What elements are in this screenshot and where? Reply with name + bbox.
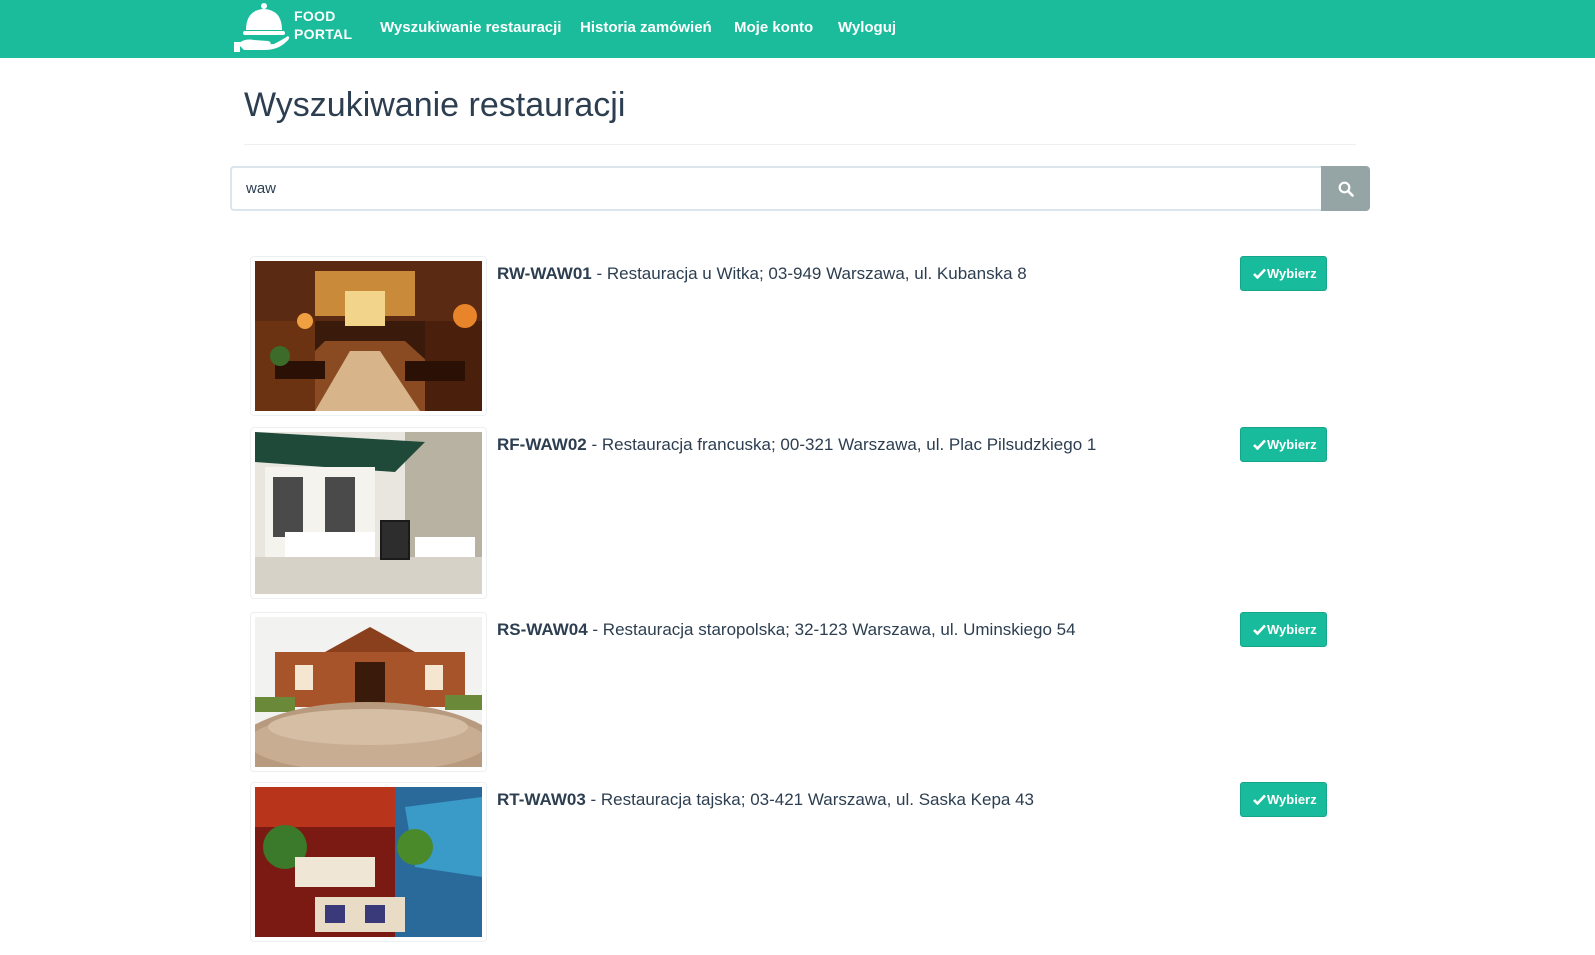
check-icon (1253, 794, 1266, 805)
thai-interior-image (255, 787, 482, 937)
restaurant-code: RW-WAW01 (497, 264, 592, 283)
restaurant-code: RT-WAW03 (497, 790, 586, 809)
brand-line-1: FOOD (294, 8, 336, 24)
select-restaurant-button[interactable]: Wybierz (1240, 782, 1327, 817)
restaurant-thumbnail (250, 256, 487, 416)
search-input[interactable] (230, 166, 1322, 211)
select-restaurant-button[interactable]: Wybierz (1240, 427, 1327, 462)
brick-building-image (255, 617, 482, 767)
nav-order-history[interactable]: Historia zamówień (580, 19, 712, 36)
restaurant-interior-image (255, 261, 482, 411)
nav-logout[interactable]: Wyloguj (838, 19, 896, 36)
select-button-label: Wybierz (1267, 437, 1317, 452)
page-title: Wyszukiwanie restauracji (244, 86, 626, 124)
select-button-label: Wybierz (1267, 266, 1317, 281)
restaurant-description: RF-WAW02 - Restauracja francuska; 00-321… (497, 435, 1096, 455)
select-restaurant-button[interactable]: Wybierz (1240, 256, 1327, 291)
restaurant-details: - Restauracja staropolska; 32-123 Warsza… (587, 620, 1076, 639)
restaurant-details: - Restauracja u Witka; 03-949 Warszawa, … (591, 264, 1027, 283)
restaurant-code: RF-WAW02 (497, 435, 587, 454)
select-button-label: Wybierz (1267, 792, 1317, 807)
restaurant-code: RS-WAW04 (497, 620, 588, 639)
navbar: FOOD PORTAL Wyszukiwanie restauracji His… (0, 0, 1595, 58)
restaurant-thumbnail (250, 427, 487, 599)
search-icon (1338, 181, 1354, 197)
title-divider (244, 144, 1356, 145)
select-restaurant-button[interactable]: Wybierz (1240, 612, 1327, 647)
restaurant-description: RW-WAW01 - Restauracja u Witka; 03-949 W… (497, 264, 1027, 284)
search-button[interactable] (1321, 166, 1370, 211)
restaurant-details: - Restauracja tajska; 03-421 Warszawa, u… (585, 790, 1034, 809)
check-icon (1253, 268, 1266, 279)
restaurant-thumbnail (250, 612, 487, 772)
restaurant-description: RS-WAW04 - Restauracja staropolska; 32-1… (497, 620, 1076, 640)
restaurant-details: - Restauracja francuska; 00-321 Warszawa… (586, 435, 1097, 454)
cloche-icon (234, 3, 290, 52)
nav-my-account[interactable]: Moje konto (734, 19, 813, 36)
check-icon (1253, 624, 1266, 635)
nav-restaurant-search[interactable]: Wyszukiwanie restauracji (380, 19, 561, 36)
restaurant-thumbnail (250, 782, 487, 942)
trattoria-terrace-image (255, 432, 482, 594)
brand-logo[interactable]: FOOD PORTAL (234, 0, 353, 54)
brand-line-2: PORTAL (294, 26, 353, 42)
select-button-label: Wybierz (1267, 622, 1317, 637)
check-icon (1253, 439, 1266, 450)
restaurant-description: RT-WAW03 - Restauracja tajska; 03-421 Wa… (497, 790, 1034, 810)
